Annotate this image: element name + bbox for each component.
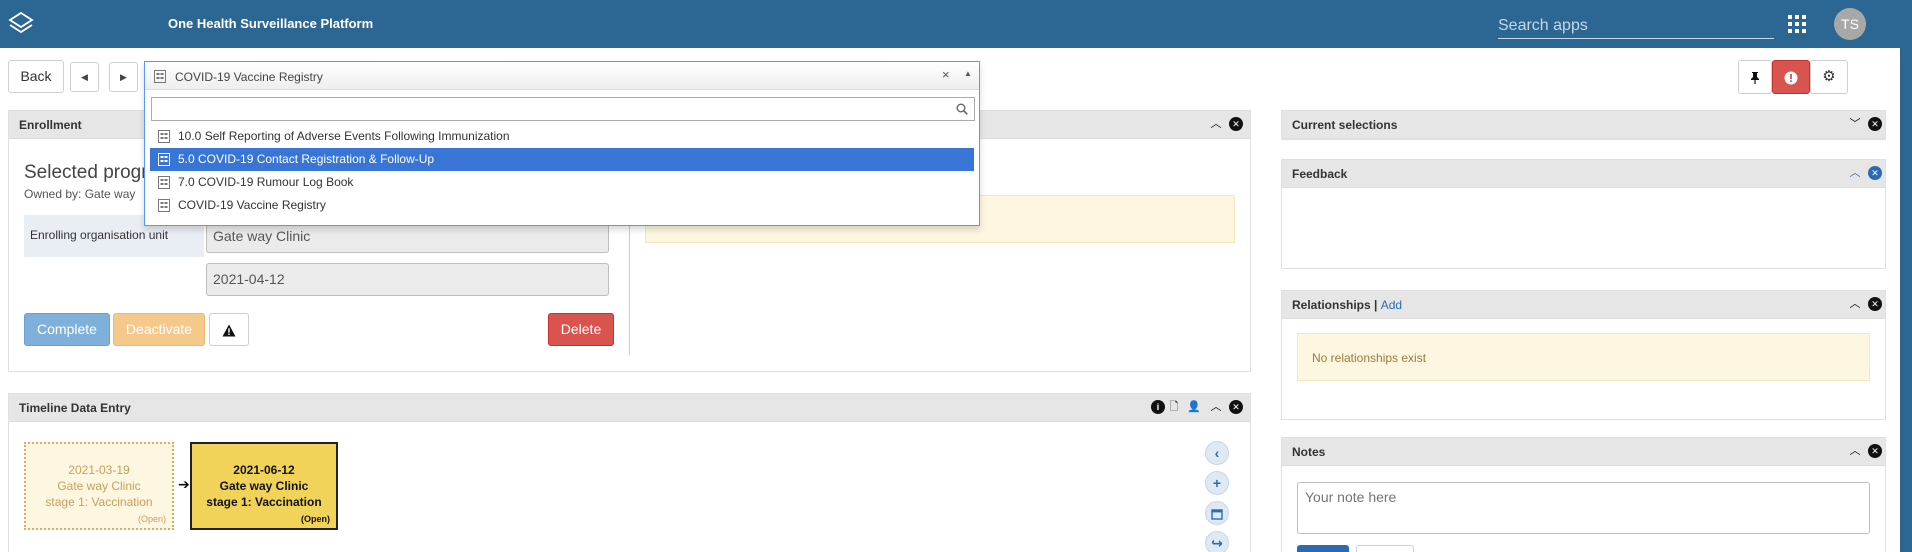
user-avatar[interactable]: TS: [1834, 8, 1866, 40]
close-icon[interactable]: ✕: [1229, 400, 1243, 414]
clear-note-button[interactable]: [1356, 545, 1414, 552]
event-date: 2021-06-12: [233, 463, 295, 477]
save-note-button[interactable]: [1297, 545, 1349, 552]
event-stage: stage 1: Vaccination: [45, 495, 153, 509]
relationships-header: Relationships | Add ︿ ✕: [1282, 291, 1885, 319]
previous-program-button[interactable]: ◀: [70, 62, 99, 92]
settings-button[interactable]: ⚙: [1810, 60, 1848, 94]
program-option-label: 7.0 COVID-19 Rumour Log Book: [178, 175, 354, 189]
add-relationship-link[interactable]: Add: [1381, 298, 1402, 312]
note-textarea[interactable]: [1297, 482, 1870, 534]
program-search[interactable]: [151, 97, 975, 121]
feedback-title: Feedback: [1292, 167, 1348, 181]
chevron-up-icon[interactable]: ︿: [1209, 117, 1223, 131]
document-icon[interactable]: 🗋: [1167, 400, 1181, 414]
program-select-value: COVID-19 Vaccine Registry: [175, 70, 323, 84]
event-status: (Open): [301, 514, 330, 524]
caret-right-icon: ▶: [120, 72, 127, 82]
delete-button[interactable]: Delete: [548, 313, 614, 346]
notes-title: Notes: [1292, 445, 1326, 459]
feedback-widget: Feedback ︿ ✕: [1281, 159, 1886, 269]
program-option[interactable]: COVID-19 Vaccine Registry: [150, 194, 974, 217]
event-org: Gate way Clinic: [219, 479, 309, 493]
complete-button[interactable]: Complete: [24, 313, 110, 346]
program-option-label: COVID-19 Vaccine Registry: [178, 198, 326, 212]
pin-icon: [1751, 71, 1759, 84]
chevron-up-icon[interactable]: ︿: [1848, 166, 1862, 180]
dhis2-logo-icon[interactable]: [8, 11, 34, 37]
event-date: 2021-03-19: [68, 463, 130, 477]
event-card-active[interactable]: 2021-06-12 Gate way Clinic stage 1: Vacc…: [190, 442, 338, 530]
close-icon[interactable]: ✕: [1868, 444, 1882, 458]
event-status: (Open): [137, 514, 166, 524]
event-stage: stage 1: Vaccination: [206, 495, 322, 509]
page-scrollbar[interactable]: [1900, 48, 1912, 552]
org-unit-label: Enrolling organisation unit: [30, 228, 169, 242]
search-apps[interactable]: [1498, 13, 1774, 39]
clear-selection-icon[interactable]: ×: [942, 68, 950, 81]
program-select-dropdown[interactable]: COVID-19 Vaccine Registry × ▲ 10.0 Self …: [144, 61, 980, 226]
current-selections-title: Current selections: [1292, 118, 1398, 132]
exclamation-icon: [1784, 71, 1798, 85]
search-apps-input[interactable]: [1498, 13, 1774, 38]
gear-icon: ⚙: [1822, 68, 1836, 85]
caret-up-icon[interactable]: ▲: [964, 69, 972, 78]
event-card[interactable]: 2021-03-19 Gate way Clinic stage 1: Vacc…: [24, 442, 174, 530]
program-icon: [154, 70, 166, 83]
program-search-input[interactable]: [152, 98, 974, 120]
relationships-empty-text: No relationships exist: [1312, 351, 1427, 365]
chevron-down-icon[interactable]: ﹀: [1848, 117, 1862, 131]
program-option-highlighted[interactable]: 5.0 COVID-19 Contact Registration & Foll…: [150, 148, 974, 171]
close-icon[interactable]: ✕: [1229, 117, 1243, 131]
arrow-right-icon: ➔: [178, 476, 190, 492]
search-icon: [956, 103, 968, 115]
close-icon[interactable]: ✕: [1868, 166, 1882, 180]
chevron-up-icon[interactable]: ︿: [1848, 444, 1862, 458]
warnings-button[interactable]: [1772, 60, 1810, 94]
deactivate-button[interactable]: Deactivate: [113, 313, 205, 346]
apps-grid-icon[interactable]: [1788, 15, 1806, 33]
pin-button[interactable]: [1738, 60, 1772, 94]
selected-program-heading: Selected progr: [24, 162, 148, 183]
program-option-label: 5.0 COVID-19 Contact Registration & Foll…: [178, 152, 435, 166]
chevron-up-icon[interactable]: ︿: [1209, 400, 1223, 414]
caret-left-icon: ◀: [81, 72, 88, 82]
program-icon: [158, 199, 170, 212]
program-option-label: 10.0 Self Reporting of Adverse Events Fo…: [178, 129, 510, 143]
enrollment-title: Enrollment: [19, 118, 82, 132]
chevron-left-icon[interactable]: ‹: [1205, 441, 1229, 465]
program-select-head[interactable]: COVID-19 Vaccine Registry × ▲: [145, 62, 979, 90]
next-program-button[interactable]: ▶: [109, 62, 138, 92]
plus-icon[interactable]: +: [1205, 471, 1229, 495]
close-icon[interactable]: ✕: [1868, 297, 1882, 311]
timeline-header: Timeline Data Entry i 🗋 👤 ︿ ✕: [9, 394, 1250, 422]
calendar-icon[interactable]: [1205, 501, 1229, 525]
notes-header: Notes ︿ ✕: [1282, 438, 1885, 466]
program-icon: [158, 153, 170, 166]
back-button[interactable]: Back: [8, 60, 64, 93]
program-option[interactable]: 10.0 Self Reporting of Adverse Events Fo…: [150, 125, 974, 148]
mark-for-follow-up-button[interactable]: [209, 313, 249, 346]
app-title: One Health Surveillance Platform: [168, 16, 374, 31]
current-selections-header: Current selections ﹀ ✕: [1282, 111, 1885, 139]
current-selections-widget: Current selections ﹀ ✕: [1281, 110, 1886, 140]
relationships-title: Relationships | Add: [1292, 298, 1403, 312]
warning-icon: [222, 324, 236, 337]
chevron-up-icon[interactable]: ︿: [1848, 297, 1862, 311]
enrollment-date-field[interactable]: 2021-04-12: [206, 263, 609, 296]
close-icon[interactable]: ✕: [1868, 117, 1882, 131]
program-option[interactable]: 7.0 COVID-19 Rumour Log Book: [150, 171, 974, 194]
program-icon: [158, 176, 170, 189]
owned-by-text: Owned by: Gate way: [24, 187, 136, 201]
event-org: Gate way Clinic: [57, 479, 141, 493]
timeline-title: Timeline Data Entry: [19, 401, 131, 415]
feedback-header: Feedback ︿ ✕: [1282, 160, 1885, 188]
share-icon[interactable]: ↪: [1205, 531, 1229, 552]
info-icon[interactable]: i: [1151, 400, 1165, 414]
program-icon: [158, 130, 170, 143]
user-icon[interactable]: 👤: [1187, 400, 1201, 414]
